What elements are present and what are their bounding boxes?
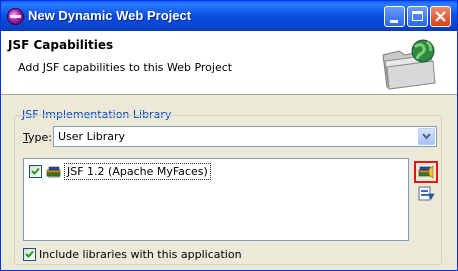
- type-select[interactable]: User Library: [53, 126, 437, 147]
- download-library-icon[interactable]: [417, 185, 435, 203]
- wizard-header: JSF Capabilities Add JSF capabilities to…: [1, 31, 457, 95]
- eclipse-icon: [7, 8, 24, 25]
- close-icon: [435, 11, 446, 22]
- include-libraries-checkbox[interactable]: [23, 248, 36, 261]
- checkmark-icon: [25, 250, 34, 258]
- chevron-down-icon: [422, 133, 431, 140]
- manage-libraries-button[interactable]: [414, 161, 438, 183]
- library-checkbox[interactable]: [29, 165, 42, 178]
- maximize-button[interactable]: [407, 6, 428, 27]
- type-label: Type:: [23, 131, 52, 144]
- folder-globe-icon: [382, 39, 436, 90]
- dialog-window: New Dynamic Web Project JSF Capabilities…: [0, 0, 458, 271]
- page-description: Add JSF capabilities to this Web Project: [18, 61, 233, 74]
- library-list[interactable]: JSF 1.2 (Apache MyFaces): [23, 158, 409, 241]
- page-title: JSF Capabilities: [8, 38, 114, 52]
- type-select-value: User Library: [58, 130, 126, 143]
- dropdown-button[interactable]: [418, 128, 435, 145]
- window-title: New Dynamic Web Project: [28, 8, 192, 23]
- minimize-button[interactable]: [384, 6, 405, 27]
- manage-libraries-icon: [418, 165, 434, 179]
- title-bar[interactable]: New Dynamic Web Project: [1, 1, 457, 31]
- include-libraries-label: Include libraries with this application: [39, 248, 242, 261]
- close-button[interactable]: [430, 6, 451, 27]
- library-item-label: JSF 1.2 (Apache MyFaces): [64, 163, 211, 180]
- checkmark-icon: [31, 167, 40, 175]
- library-books-icon: [46, 166, 61, 178]
